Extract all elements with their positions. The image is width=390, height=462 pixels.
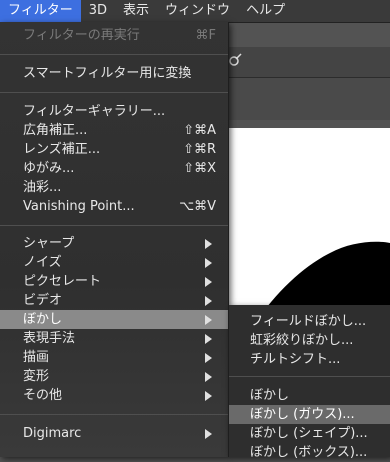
menu-item-vanishing-point[interactable]: Vanishing Point... ⌥⌘V: [0, 197, 228, 216]
menu-separator: [0, 92, 228, 93]
options-bar: [225, 47, 390, 78]
submenu-arrow-icon: [205, 277, 212, 287]
menu-separator: [229, 376, 390, 377]
menu-item-stylize[interactable]: 表現手法: [0, 329, 228, 348]
submenu-item-field-blur[interactable]: フィールドぼかし...: [229, 312, 390, 331]
submenu-arrow-icon: [205, 239, 212, 249]
menu-separator: [0, 225, 228, 226]
menu-item-pixelate[interactable]: ピクセレート: [0, 272, 228, 291]
menu-item-liquify[interactable]: ゆがみ... ⇧⌘X: [0, 159, 228, 178]
submenu-item-gaussian-blur[interactable]: ぼかし (ガウス)...: [229, 405, 390, 424]
menubar-view[interactable]: 表示: [115, 0, 157, 22]
menu-separator: [0, 54, 228, 55]
menu-item-last-filter: フィルターの再実行 ⌘F: [23, 28, 216, 43]
submenu-item-tilt-shift[interactable]: チルトシフト...: [229, 350, 390, 369]
submenu-arrow-icon: [205, 315, 212, 325]
menu-item-other[interactable]: その他: [0, 386, 228, 405]
submenu-arrow-icon: [205, 429, 212, 439]
submenu-arrow-icon: [205, 391, 212, 401]
submenu-item-blur[interactable]: ぼかし: [229, 386, 390, 405]
submenu-arrow-icon: [205, 258, 212, 268]
menu-item-filter-gallery[interactable]: フィルターギャラリー...: [0, 102, 228, 121]
blur-submenu: フィールドぼかし... 虹彩絞りぼかし... チルトシフト... ぼかし ぼかし…: [228, 305, 390, 460]
submenu-item-iris-blur[interactable]: 虹彩絞りぼかし...: [229, 331, 390, 350]
filter-menu: フィルターの再実行 ⌘F スマートフィルター用に変換 フィルターギャラリー... …: [0, 22, 229, 457]
submenu-arrow-icon: [205, 296, 212, 306]
menubar-filter[interactable]: フィルター: [0, 0, 81, 22]
submenu-arrow-icon: [205, 372, 212, 382]
menu-item-digimarc[interactable]: Digimarc: [0, 424, 228, 443]
menubar-help[interactable]: ヘルプ: [238, 0, 293, 22]
menu-item-render[interactable]: 描画: [0, 348, 228, 367]
brush-settings-icon[interactable]: [228, 53, 242, 67]
submenu-arrow-icon: [205, 334, 212, 344]
menu-item-sharpen[interactable]: シャープ: [0, 234, 228, 253]
menu-item-oil-paint[interactable]: 油彩...: [0, 178, 228, 197]
submenu-item-box-blur[interactable]: ぼかし (ボックス)...: [229, 443, 390, 462]
menubar-window[interactable]: ウィンドウ: [157, 0, 238, 22]
submenu-arrow-icon: [205, 353, 212, 363]
tab-strip: [225, 78, 390, 120]
submenu-item-shape-blur[interactable]: ぼかし (シェイプ)...: [229, 424, 390, 443]
menu-item-lens-correction[interactable]: レンズ補正... ⇧⌘R: [0, 140, 228, 159]
menu-bar: フィルター 3D 表示 ウィンドウ ヘルプ: [0, 0, 390, 23]
menu-item-smart-filter[interactable]: スマートフィルター用に変換: [0, 64, 228, 83]
menu-item-distort[interactable]: 変形: [0, 367, 228, 386]
menu-item-video[interactable]: ビデオ: [0, 291, 228, 310]
menu-item-blur[interactable]: ぼかし: [0, 310, 228, 329]
menu-item-wide-angle[interactable]: 広角補正... ⇧⌘A: [0, 121, 228, 140]
menu-separator: [0, 414, 228, 415]
menubar-3d[interactable]: 3D: [81, 0, 115, 22]
menu-item-noise[interactable]: ノイズ: [0, 253, 228, 272]
